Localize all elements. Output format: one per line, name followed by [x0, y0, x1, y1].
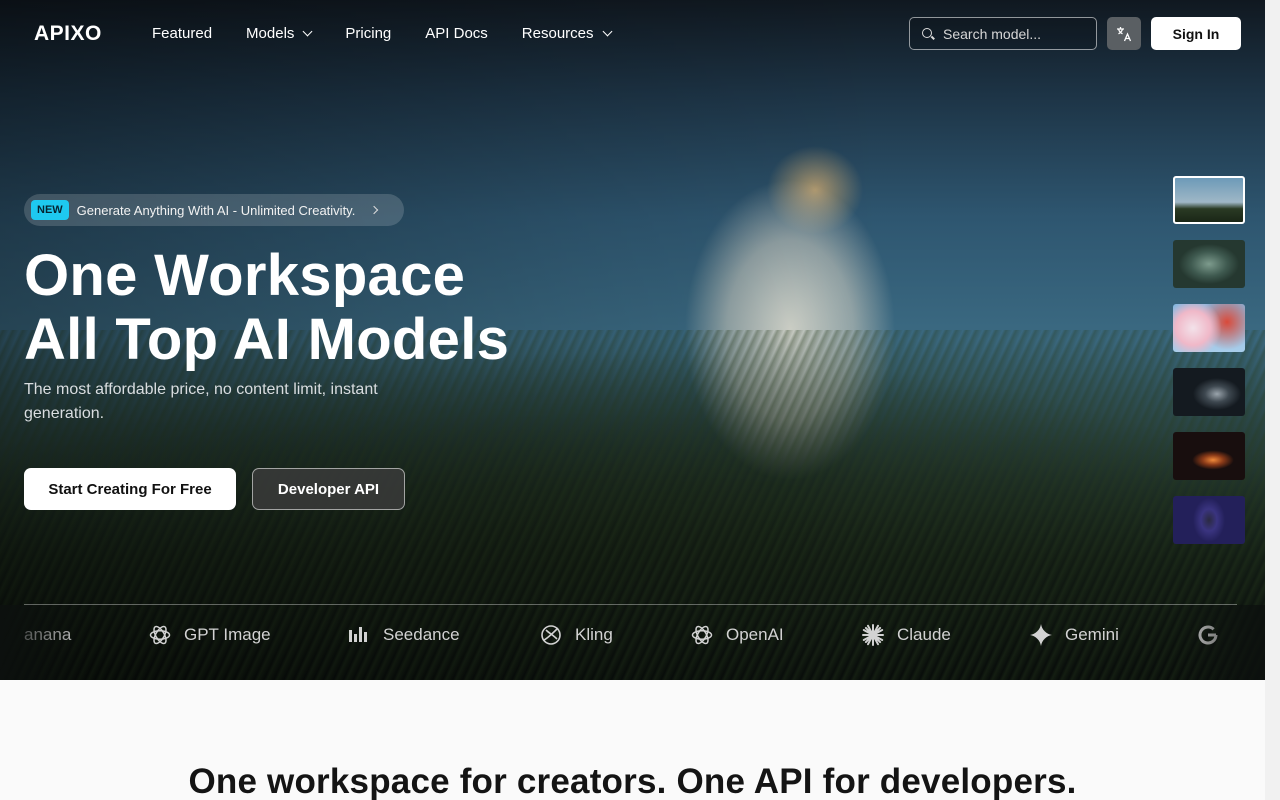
search-box[interactable] [909, 17, 1097, 50]
openai-icon [148, 623, 172, 647]
model-name: Seedance [383, 625, 460, 644]
model-name: Kling [575, 625, 613, 644]
developer-api-button[interactable]: Developer API [252, 468, 405, 510]
hero-headline: One Workspace All Top AI Models [24, 244, 509, 372]
model-name: Gemini [1065, 625, 1119, 644]
new-tag: NEW [31, 200, 69, 220]
headline-line-1: One Workspace [24, 243, 466, 308]
nav-api-docs-label: API Docs [425, 25, 488, 42]
marquee-fade-right [1175, 605, 1265, 680]
nav-models-label: Models [246, 25, 295, 42]
section-title: One workspace for creators. One API for … [188, 762, 1077, 800]
nav-featured[interactable]: Featured [152, 25, 212, 42]
model-name: Claude [897, 625, 951, 644]
thumbnail-flowers[interactable] [1173, 304, 1245, 352]
badge-text: Generate Anything With AI - Unlimited Cr… [76, 202, 356, 218]
search-input[interactable] [943, 25, 1083, 42]
thumbnail-runner-in-field[interactable] [1173, 176, 1245, 224]
model-item[interactable]: Kling [539, 622, 613, 648]
nav-models[interactable]: Models [246, 25, 313, 42]
model-item[interactable]: GPT Image [148, 622, 271, 648]
claude-icon [861, 623, 885, 647]
chevron-right-icon [370, 205, 379, 215]
nav-resources[interactable]: Resources [521, 25, 612, 42]
model-name: OpenAI [726, 625, 784, 644]
hero-section: APIXO Featured Models Pricing API Docs R… [0, 0, 1265, 680]
top-nav: APIXO Featured Models Pricing API Docs R… [0, 0, 1265, 68]
start-creating-button[interactable]: Start Creating For Free [24, 468, 236, 510]
bars-icon [347, 623, 371, 647]
logo[interactable]: APIXO [34, 22, 102, 46]
nav-pricing-label: Pricing [345, 25, 392, 42]
kling-icon [539, 623, 563, 647]
chevron-down-icon [302, 26, 313, 37]
thumbnail-dancer-portrait[interactable] [1173, 496, 1245, 544]
model-marquee: anana GPT Image Seedance Kling [0, 605, 1265, 680]
page: APIXO Featured Models Pricing API Docs R… [0, 0, 1280, 800]
nav-featured-label: Featured [152, 25, 213, 42]
language-button[interactable] [1107, 17, 1141, 50]
nav-links: Featured Models Pricing API Docs Resourc… [152, 25, 645, 42]
sign-in-button[interactable]: Sign In [1151, 17, 1241, 50]
search-icon [922, 27, 934, 40]
model-item[interactable]: Claude [861, 622, 951, 648]
thumbnail-futuristic-vehicle[interactable] [1173, 368, 1245, 416]
openai-icon [690, 623, 714, 647]
model-item[interactable]: Seedance [347, 622, 460, 648]
nav-api-docs[interactable]: API Docs [425, 25, 488, 42]
nav-pricing[interactable]: Pricing [345, 25, 391, 42]
features-section: One workspace for creators. One API for … [0, 680, 1265, 800]
gemini-icon [1029, 623, 1053, 647]
nav-resources-label: Resources [521, 25, 594, 42]
announcement-badge[interactable]: NEW Generate Anything With AI - Unlimite… [24, 194, 404, 226]
model-item[interactable]: Gemini [1029, 622, 1119, 648]
page-scrollbar[interactable] [1265, 0, 1280, 800]
marquee-fade-left [0, 605, 90, 680]
chevron-down-icon [602, 26, 612, 37]
thumbnail-forest-scene[interactable] [1173, 240, 1245, 288]
hero-subline: The most affordable price, no content li… [24, 381, 378, 422]
headline-line-2: All Top AI Models [24, 307, 510, 372]
model-name: GPT Image [184, 625, 271, 644]
translate-icon [1117, 26, 1132, 41]
model-item[interactable]: OpenAI [690, 622, 784, 648]
thumbnail-fire-motion[interactable] [1173, 432, 1245, 480]
